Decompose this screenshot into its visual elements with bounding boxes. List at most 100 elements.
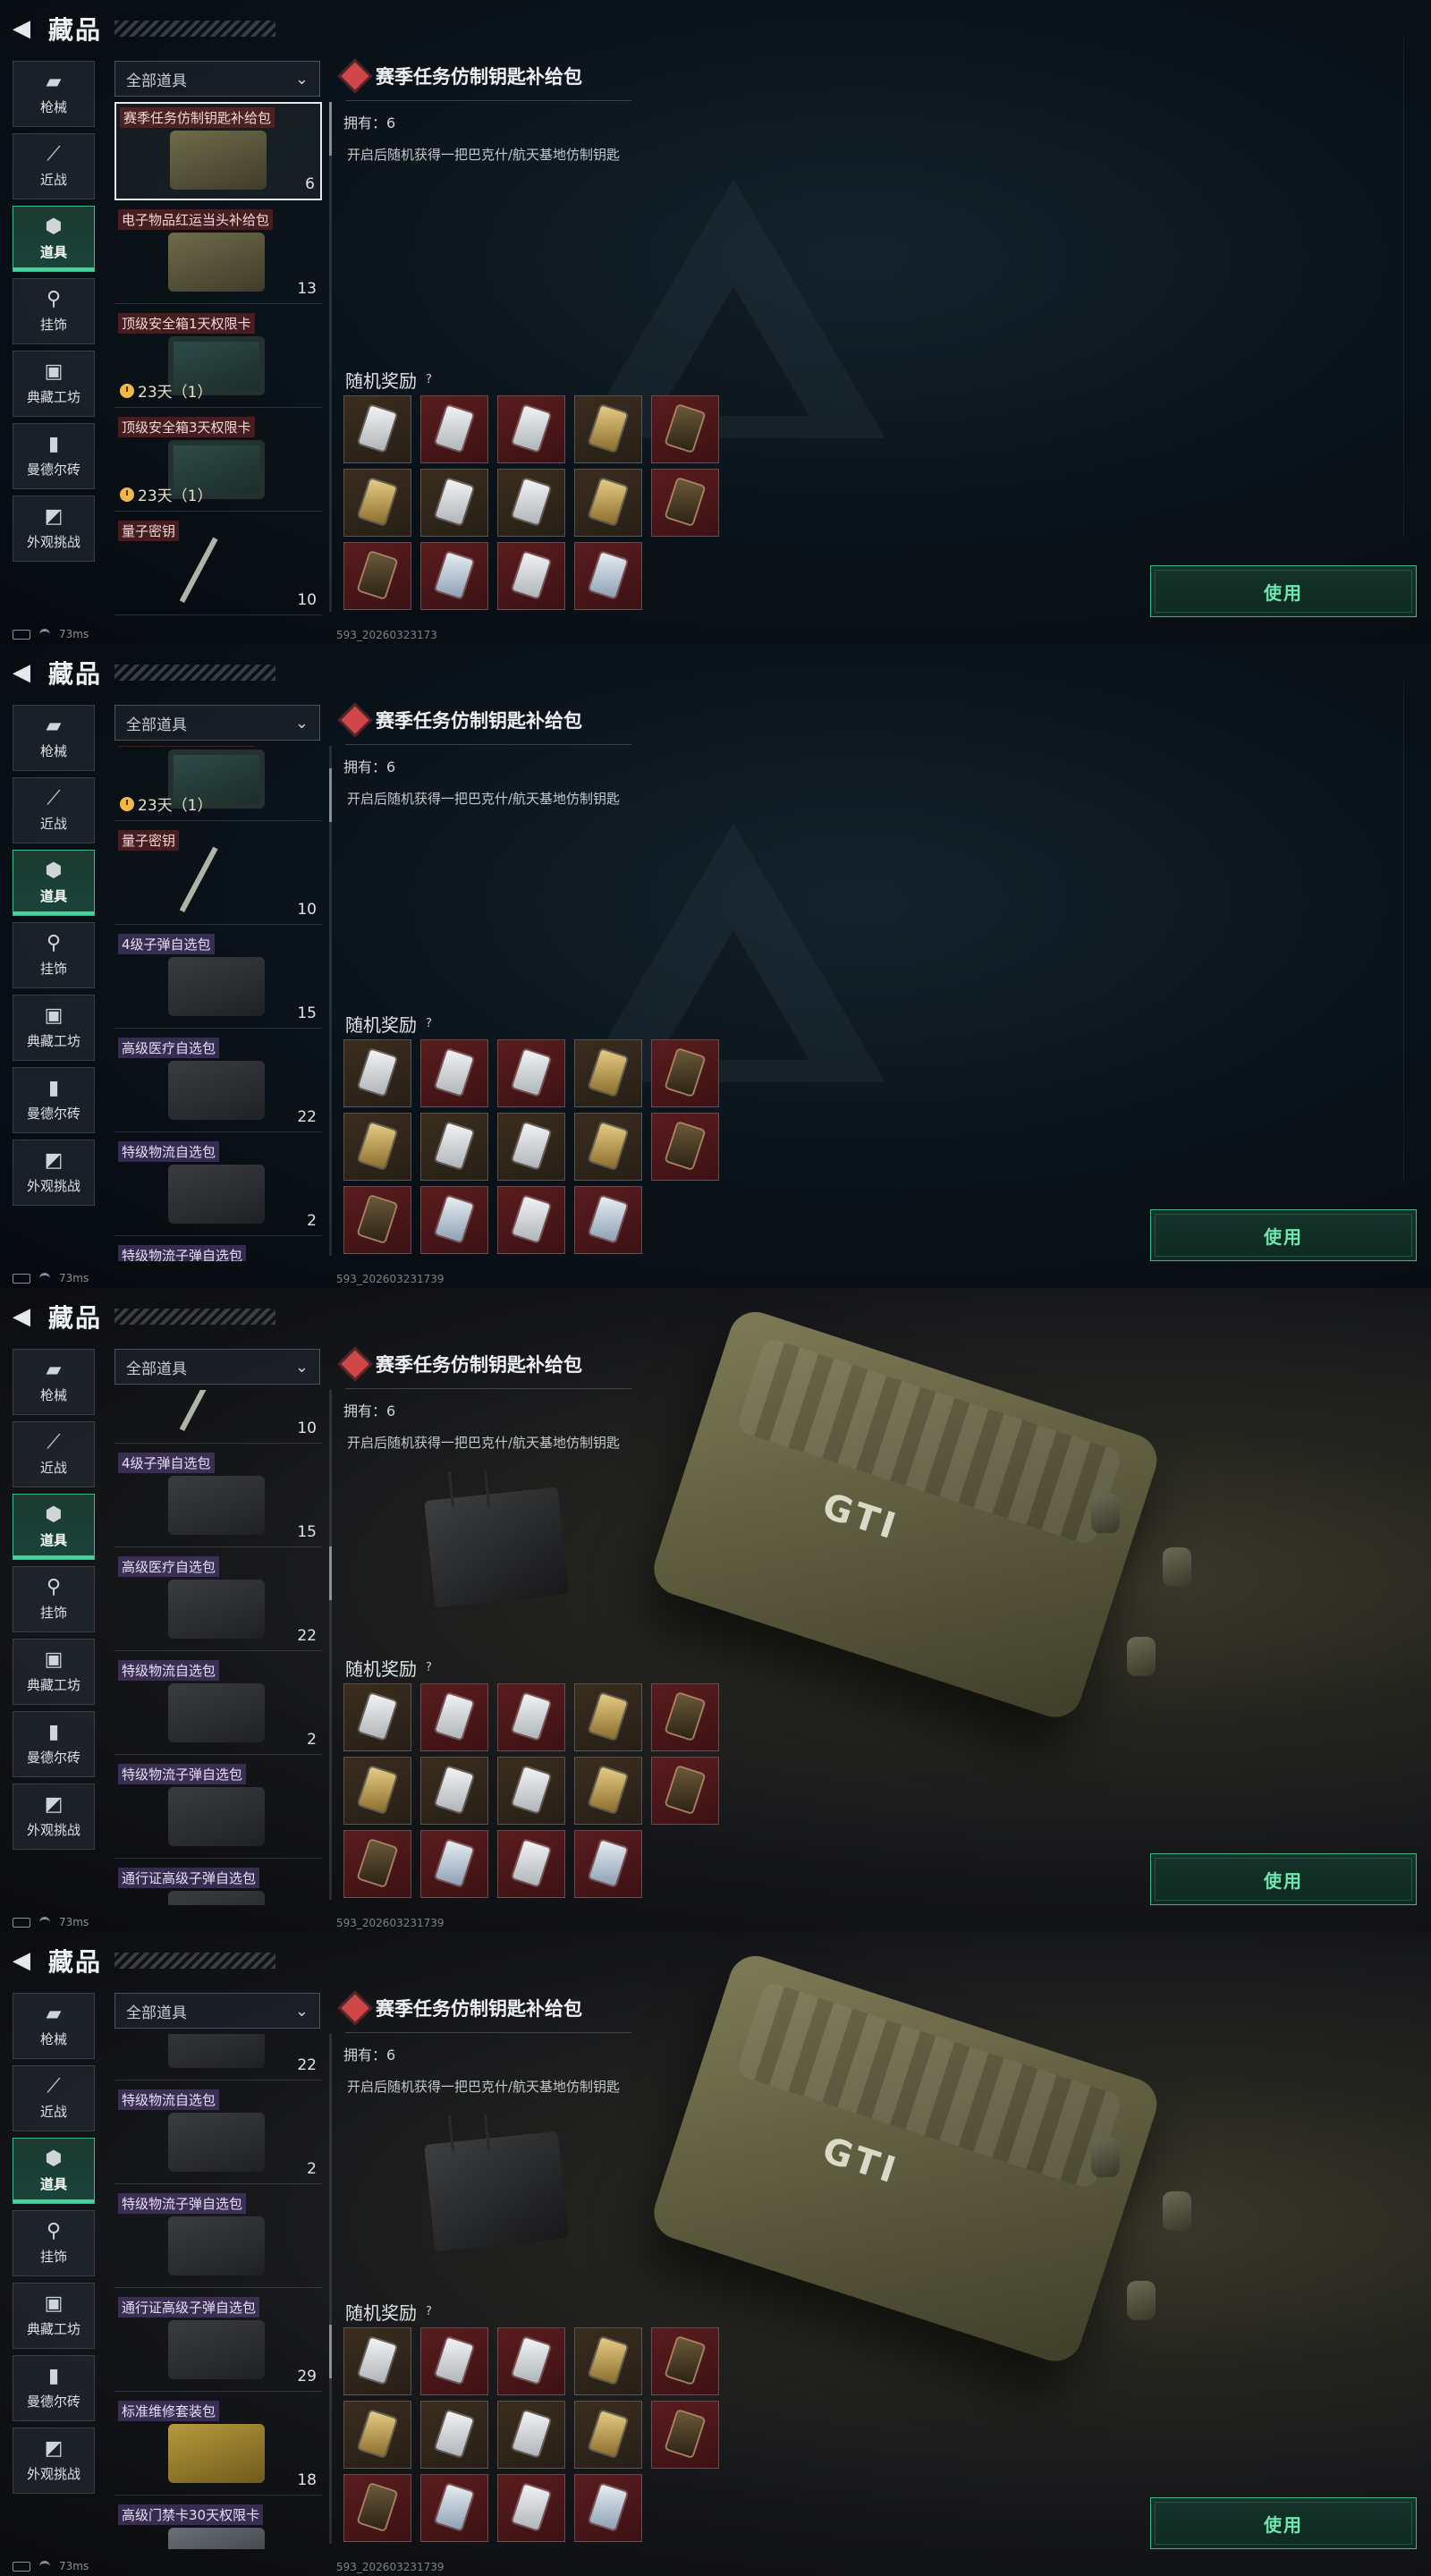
sidebar-item-frame[interactable]: ▣ 典藏工坊: [13, 351, 95, 417]
help-icon[interactable]: ?: [426, 373, 432, 386]
list-item[interactable]: 电子物品红运当头补给包 13: [114, 206, 322, 304]
reward-card[interactable]: [574, 2401, 642, 2469]
reward-card[interactable]: [420, 2474, 488, 2542]
reward-card[interactable]: [574, 1039, 642, 1107]
reward-card[interactable]: [651, 2401, 719, 2469]
list-item[interactable]: 高级医疗自选包22: [114, 1553, 322, 1651]
use-button[interactable]: 使用: [1150, 1209, 1417, 1261]
help-icon[interactable]: ?: [426, 2305, 432, 2318]
list-item[interactable]: 特级物流自选包 2: [114, 1657, 322, 1755]
sidebar-item-pistol[interactable]: ▰ 枪械: [13, 705, 95, 771]
sidebar-item-challenge[interactable]: ◩ 外观挑战: [13, 496, 95, 562]
reward-card[interactable]: [343, 2327, 411, 2395]
list-item[interactable]: 高级医疗自选包22: [114, 1034, 322, 1132]
list-item[interactable]: 量子密钥10: [114, 1390, 322, 1444]
reward-card[interactable]: [420, 2401, 488, 2469]
scrollbar-thumb[interactable]: [329, 2325, 332, 2378]
sidebar-item-charm[interactable]: ⚲ 挂饰: [13, 278, 95, 344]
help-icon[interactable]: ?: [426, 1017, 432, 1030]
sidebar-item-items[interactable]: ⬢ 道具: [13, 1494, 95, 1560]
list-item[interactable]: 特级物流子弹自选包: [114, 2190, 322, 2288]
back-arrow-icon[interactable]: ◀: [13, 1949, 36, 1972]
sidebar-item-frame[interactable]: ▣ 典藏工坊: [13, 2283, 95, 2349]
sidebar-item-frame[interactable]: ▣ 典藏工坊: [13, 995, 95, 1061]
sidebar-item-knife[interactable]: ⟋ 近战: [13, 133, 95, 199]
list-item[interactable]: 特级物流子弹自选包: [114, 1760, 322, 1859]
list-item[interactable]: 通行证高级子弹自选包29: [114, 1864, 322, 1905]
reward-card[interactable]: [497, 1113, 565, 1181]
list-item[interactable]: 4级子弹自选包 15: [114, 1449, 322, 1547]
list-item[interactable]: 高级门禁卡30天权限卡: [114, 2501, 322, 2549]
list-scrollbar[interactable]: [329, 1390, 332, 1900]
sidebar-item-brick[interactable]: ▮ 曼德尔砖: [13, 423, 95, 489]
reward-card[interactable]: [343, 469, 411, 537]
reward-card[interactable]: [343, 1039, 411, 1107]
use-button[interactable]: 使用: [1150, 2497, 1417, 2549]
list-item[interactable]: 通行证高级子弹自选包29: [114, 2293, 322, 2392]
reward-card[interactable]: [343, 1830, 411, 1898]
reward-card[interactable]: [420, 1683, 488, 1751]
reward-card[interactable]: [574, 2327, 642, 2395]
reward-card[interactable]: [497, 1186, 565, 1254]
help-icon[interactable]: ?: [426, 1661, 432, 1674]
reward-card[interactable]: [343, 1113, 411, 1181]
reward-card[interactable]: [343, 2474, 411, 2542]
use-button[interactable]: 使用: [1150, 1853, 1417, 1905]
sidebar-item-charm[interactable]: ⚲ 挂饰: [13, 922, 95, 988]
list-item[interactable]: 标准维修套装包 18: [114, 2397, 322, 2496]
reward-card[interactable]: [574, 2474, 642, 2542]
reward-card[interactable]: [651, 1683, 719, 1751]
reward-card[interactable]: [420, 2327, 488, 2395]
list-item[interactable]: 4级子弹自选包 15: [114, 930, 322, 1029]
category-filter-dropdown[interactable]: 全部道具 ⌄: [114, 1993, 320, 2029]
back-arrow-icon[interactable]: ◀: [13, 661, 36, 684]
sidebar-item-challenge[interactable]: ◩ 外观挑战: [13, 1784, 95, 1850]
list-item[interactable]: 特级物流子弹自选包: [114, 1241, 322, 1261]
reward-card[interactable]: [651, 2327, 719, 2395]
reward-card[interactable]: [343, 1757, 411, 1825]
reward-card[interactable]: [343, 1683, 411, 1751]
scrollbar-thumb[interactable]: [329, 768, 332, 822]
list-item[interactable]: 特级物流自选包 2: [114, 1138, 322, 1236]
back-arrow-icon[interactable]: ◀: [13, 1305, 36, 1328]
reward-card[interactable]: [651, 469, 719, 537]
reward-card[interactable]: [497, 2327, 565, 2395]
reward-card[interactable]: [651, 1113, 719, 1181]
reward-card[interactable]: [651, 395, 719, 463]
scrollbar-thumb[interactable]: [329, 1546, 332, 1600]
reward-card[interactable]: [497, 1757, 565, 1825]
sidebar-item-charm[interactable]: ⚲ 挂饰: [13, 2210, 95, 2276]
reward-card[interactable]: [343, 2401, 411, 2469]
list-item[interactable]: 量子密钥10: [114, 826, 322, 925]
reward-card[interactable]: [574, 542, 642, 610]
list-item[interactable]: 顶级安全箱3天权限卡 23天（1）: [114, 746, 322, 821]
reward-card[interactable]: [420, 1113, 488, 1181]
reward-card[interactable]: [343, 542, 411, 610]
sidebar-item-brick[interactable]: ▮ 曼德尔砖: [13, 1711, 95, 1777]
reward-card[interactable]: [574, 1683, 642, 1751]
sidebar-item-knife[interactable]: ⟋ 近战: [13, 2065, 95, 2131]
reward-card[interactable]: [651, 1039, 719, 1107]
reward-card[interactable]: [343, 1186, 411, 1254]
reward-card[interactable]: [574, 469, 642, 537]
sidebar-item-pistol[interactable]: ▰ 枪械: [13, 61, 95, 127]
list-scrollbar[interactable]: [329, 102, 332, 612]
reward-card[interactable]: [574, 1757, 642, 1825]
sidebar-item-items[interactable]: ⬢ 道具: [13, 206, 95, 272]
reward-card[interactable]: [497, 469, 565, 537]
list-item[interactable]: 赛季任务仿制钥匙补给包 6: [114, 102, 322, 200]
reward-card[interactable]: [574, 395, 642, 463]
reward-card[interactable]: [420, 395, 488, 463]
sidebar-item-brick[interactable]: ▮ 曼德尔砖: [13, 2355, 95, 2421]
reward-card[interactable]: [497, 2474, 565, 2542]
reward-card[interactable]: [651, 1757, 719, 1825]
reward-card[interactable]: [420, 1757, 488, 1825]
list-item[interactable]: 高级医疗自选包22: [114, 2034, 322, 2080]
category-filter-dropdown[interactable]: 全部道具 ⌄: [114, 61, 320, 97]
reward-card[interactable]: [420, 1830, 488, 1898]
reward-card[interactable]: [420, 1039, 488, 1107]
reward-card[interactable]: [497, 1830, 565, 1898]
reward-card[interactable]: [497, 1683, 565, 1751]
sidebar-item-items[interactable]: ⬢ 道具: [13, 850, 95, 916]
list-item[interactable]: 顶级安全箱1天权限卡 23天（1）: [114, 309, 322, 408]
